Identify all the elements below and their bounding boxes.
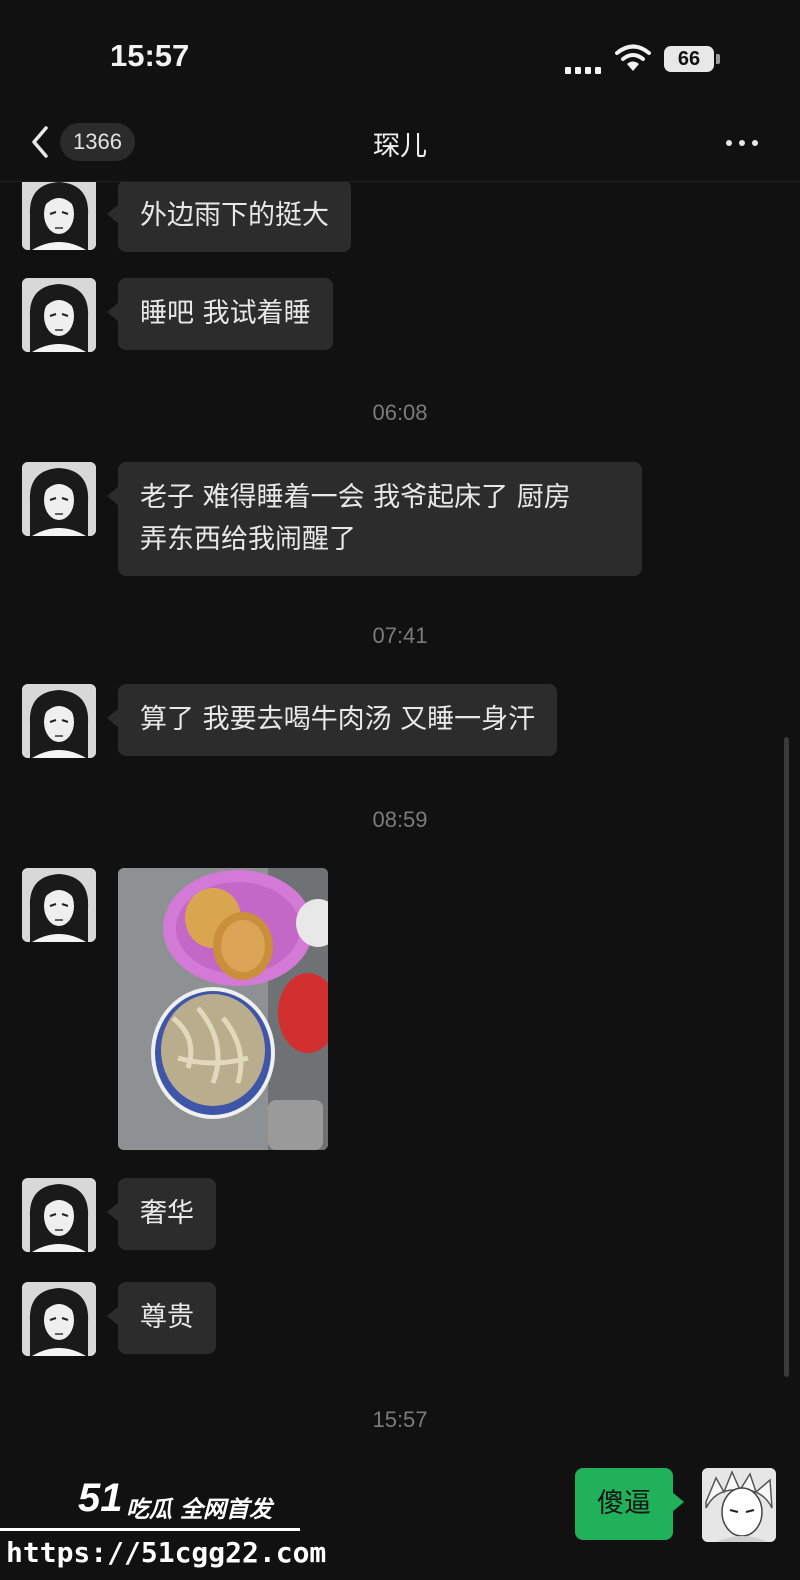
watermark-url: https://51cgg22.com — [6, 1536, 327, 1569]
message-text: 算了 我要去喝牛肉汤 又睡一身汗 — [140, 704, 536, 735]
chat-title: 琛儿 — [373, 131, 427, 162]
message-text: 老子 难得睡着一会 我爷起床了 厨房 — [140, 482, 571, 513]
contact-avatar[interactable] — [22, 278, 96, 352]
message-timestamp: 07:41 — [372, 623, 428, 648]
message-text: 奢华 — [140, 1198, 194, 1229]
message-bubble[interactable]: 睡吧 我试着睡 — [107, 278, 333, 350]
contact-avatar[interactable] — [22, 1178, 96, 1252]
message-text: 睡吧 我试着睡 — [140, 298, 311, 329]
message-bubble[interactable]: 尊贵 — [107, 1282, 216, 1354]
food-photo-message[interactable] — [118, 868, 328, 1150]
status-time: 15:57 — [110, 38, 190, 73]
my-avatar[interactable] — [702, 1468, 776, 1542]
contact-avatar[interactable] — [22, 182, 96, 250]
message-bubble[interactable]: 老子 难得睡着一会 我爷起床了 厨房 弄东西给我闹醒了 — [107, 462, 642, 576]
message-text: 外边雨下的挺大 — [140, 200, 329, 231]
message-bubble[interactable]: 外边雨下的挺大 — [107, 182, 351, 252]
contact-avatar[interactable] — [22, 1282, 96, 1356]
contact-avatar[interactable] — [22, 462, 96, 536]
chat-messages[interactable]: 外边雨下的挺大 睡吧 我试着睡 06:08 老子 难得睡着一会 我爷起床了 厨房… — [0, 182, 800, 1580]
wifi-icon — [615, 44, 651, 71]
watermark-tagline: 吃瓜 全网首发 — [126, 1497, 273, 1523]
message-timestamp: 06:08 — [372, 400, 428, 425]
message-text: 尊贵 — [140, 1302, 194, 1333]
message-timestamp: 15:57 — [372, 1407, 428, 1432]
message-text: 弄东西给我闹醒了 — [140, 524, 356, 555]
nav-bar: 1366 琛儿 — [0, 110, 800, 182]
battery-icon: 66 — [664, 46, 714, 72]
battery-nub — [716, 54, 720, 64]
signal-icon — [565, 60, 605, 74]
watermark-logo: 51 — [78, 1476, 123, 1520]
contact-avatar[interactable] — [22, 684, 96, 758]
my-message-bubble[interactable]: 傻逼 — [575, 1468, 684, 1540]
status-bar: 15:57 66 — [0, 0, 800, 110]
message-text: 傻逼 — [597, 1488, 651, 1519]
message-timestamp: 08:59 — [372, 807, 428, 832]
watermark-divider — [0, 1528, 300, 1531]
scrollbar[interactable] — [784, 737, 789, 1377]
contact-avatar[interactable] — [22, 868, 96, 942]
message-bubble[interactable]: 奢华 — [107, 1178, 216, 1250]
more-options-button[interactable] — [722, 122, 762, 162]
message-bubble[interactable]: 算了 我要去喝牛肉汤 又睡一身汗 — [106, 684, 558, 756]
